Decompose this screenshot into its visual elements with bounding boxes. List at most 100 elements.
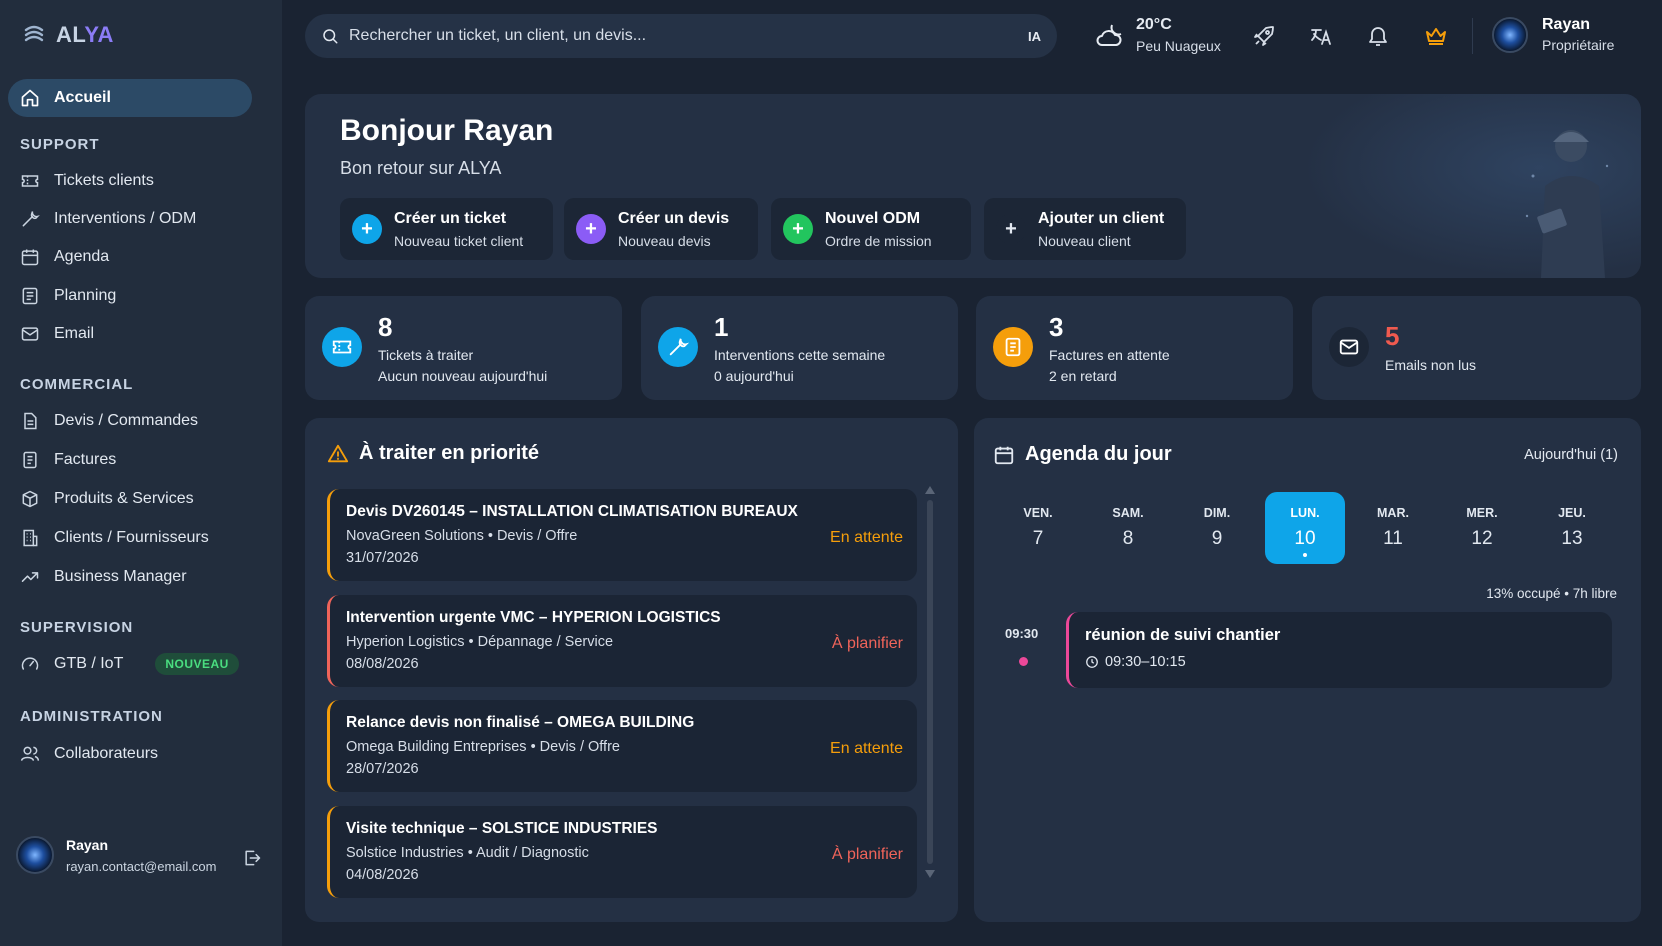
avatar [16, 836, 54, 874]
plus-icon: + [996, 214, 1026, 244]
search-input[interactable] [349, 27, 1018, 45]
plus-icon: + [783, 214, 813, 244]
priority-item[interactable]: Relance devis non finalisé – OMEGA BUILD… [327, 700, 917, 792]
priority-scrollbar[interactable] [925, 486, 935, 878]
new-badge: NOUVEAU [155, 653, 239, 675]
sidebar-item-tickets[interactable]: Tickets clients [8, 162, 252, 200]
stat-sublabel: Aucun nouveau aujourd'hui [378, 368, 548, 384]
today-filter[interactable]: Aujourd'hui (1) [1524, 447, 1618, 463]
users-icon [20, 746, 40, 761]
scrollbar-thumb[interactable] [927, 500, 933, 864]
event-indicator [1303, 553, 1307, 557]
weather-widget: 20°C Peu Nuageux [1094, 16, 1221, 54]
topbar-user-role: Propriétaire [1542, 37, 1615, 53]
priority-item[interactable]: Visite technique – SOLSTICE INDUSTRIES S… [327, 806, 917, 898]
scroll-down-icon[interactable] [925, 870, 935, 878]
logout-icon[interactable] [242, 848, 262, 868]
ticket-icon [21, 175, 39, 187]
sidebar-item-gtb[interactable]: GTB / IoT NOUVEAU [8, 645, 252, 683]
day-mar-11[interactable]: MAR. 11 [1353, 492, 1433, 564]
topbar-user[interactable]: Rayan Propriétaire [1492, 16, 1614, 53]
stat-label: Interventions cette semaine [714, 347, 886, 363]
status-badge: En attente [830, 529, 903, 546]
rocket-icon[interactable] [1252, 24, 1276, 48]
ia-button[interactable]: IA [1028, 29, 1041, 44]
event-time: 09:30 [1005, 626, 1039, 641]
calendar-icon [994, 446, 1014, 464]
stat-card-interventions[interactable]: 1 Interventions cette semaine 0 aujourd'… [641, 296, 958, 400]
sidebar-item-devis[interactable]: Devis / Commandes [8, 402, 252, 440]
weather-temp: 20°C [1136, 16, 1172, 33]
agenda-title: Agenda du jour [993, 443, 1172, 466]
sidebar-item-interventions[interactable]: Interventions / ODM [8, 200, 252, 238]
sidebar-item-planning[interactable]: Planning [8, 277, 252, 315]
invoice-icon [993, 327, 1033, 367]
plus-icon: + [352, 214, 382, 244]
gauge-icon [21, 657, 39, 670]
logo-icon [24, 25, 44, 42]
technician-illustration [1525, 130, 1609, 278]
section-administration: ADMINISTRATION [20, 708, 163, 725]
trend-up-icon [21, 572, 39, 582]
day-lun-10-selected[interactable]: LUN. 10 [1265, 492, 1345, 564]
sidebar-item-clients[interactable]: Clients / Fournisseurs [8, 519, 252, 557]
stat-sublabel: 2 en retard [1049, 368, 1117, 384]
sidebar-item-factures[interactable]: Factures [8, 441, 252, 479]
sidebar-item-accueil[interactable]: Accueil [8, 79, 252, 117]
sidebar-item-business[interactable]: Business Manager [8, 558, 252, 596]
status-badge: À planifier [831, 846, 903, 863]
section-supervision: SUPERVISION [20, 619, 134, 636]
sidebar-item-produits[interactable]: Produits & Services [8, 480, 252, 518]
plus-icon: + [576, 214, 606, 244]
translate-icon[interactable] [1309, 24, 1333, 48]
bell-icon[interactable] [1366, 24, 1390, 48]
mail-icon [1329, 327, 1369, 367]
agenda-panel: Agenda du jour Aujourd'hui (1) VEN. 7 SAM… [974, 418, 1641, 922]
create-ticket-button[interactable]: + Créer un ticket Nouveau ticket client [340, 198, 553, 260]
sidebar-user[interactable]: Rayan rayan.contact@email.com [16, 836, 216, 874]
sidebar-user-email: rayan.contact@email.com [66, 858, 217, 874]
building-icon [23, 529, 38, 547]
stat-card-emails[interactable]: 5 Emails non lus [1312, 296, 1641, 400]
day-jeu-13[interactable]: JEU. 13 [1532, 492, 1612, 564]
weather-condition: Peu Nuageux [1136, 38, 1221, 54]
sidebar-item-agenda[interactable]: Agenda [8, 238, 252, 276]
topbar-separator [1472, 18, 1473, 54]
warning-icon [327, 444, 349, 462]
stat-value: 1 [714, 312, 729, 342]
sidebar-item-collaborateurs[interactable]: Collaborateurs [8, 735, 252, 773]
topbar-user-name: Rayan [1542, 16, 1591, 33]
clock-icon [1086, 656, 1098, 668]
day-sam-8[interactable]: SAM. 8 [1088, 492, 1168, 564]
create-quote-button[interactable]: + Créer un devis Nouveau devis [564, 198, 758, 260]
sidebar-item-email[interactable]: Email [8, 315, 252, 353]
avatar [1492, 16, 1528, 53]
priority-item[interactable]: Intervention urgente VMC – HYPERION LOGI… [327, 595, 917, 687]
add-client-button[interactable]: + Ajouter un client Nouveau client [984, 198, 1186, 260]
scroll-up-icon[interactable] [925, 486, 935, 494]
document-icon [24, 412, 37, 430]
day-dim-9[interactable]: DIM. 9 [1177, 492, 1257, 564]
new-odm-button[interactable]: + Nouvel ODM Ordre de mission [771, 198, 971, 260]
priority-item[interactable]: Devis DV260145 – INSTALLATION CLIMATISAT… [327, 489, 917, 581]
stat-value: 3 [1049, 312, 1064, 342]
logo-text: ALYA [56, 22, 114, 47]
stat-label: Tickets à traiter [378, 347, 474, 363]
planning-icon [22, 287, 38, 305]
welcome-hero: Bonjour Rayan Bon retour sur ALYA + Crée… [305, 94, 1641, 278]
ticket-icon [322, 327, 362, 367]
cloud-moon-icon [1096, 24, 1122, 46]
search-icon [323, 29, 338, 44]
stat-card-tickets[interactable]: 8 Tickets à traiter Aucun nouveau aujour… [305, 296, 622, 400]
crown-icon[interactable] [1424, 24, 1448, 48]
priority-title: À traiter en priorité [327, 442, 539, 465]
day-mer-12[interactable]: MER. 12 [1442, 492, 1522, 564]
app-logo[interactable]: ALYA [22, 22, 114, 48]
section-commercial: COMMERCIAL [20, 376, 134, 393]
agenda-event[interactable]: réunion de suivi chantier 09:30–10:15 [1066, 612, 1612, 688]
search-bar[interactable]: IA [305, 14, 1057, 58]
stat-card-invoices[interactable]: 3 Factures en attente 2 en retard [976, 296, 1293, 400]
sidebar-user-name: Rayan [66, 836, 109, 853]
day-ven-7[interactable]: VEN. 7 [998, 492, 1078, 564]
stat-sublabel: 0 aujourd'hui [714, 368, 794, 384]
